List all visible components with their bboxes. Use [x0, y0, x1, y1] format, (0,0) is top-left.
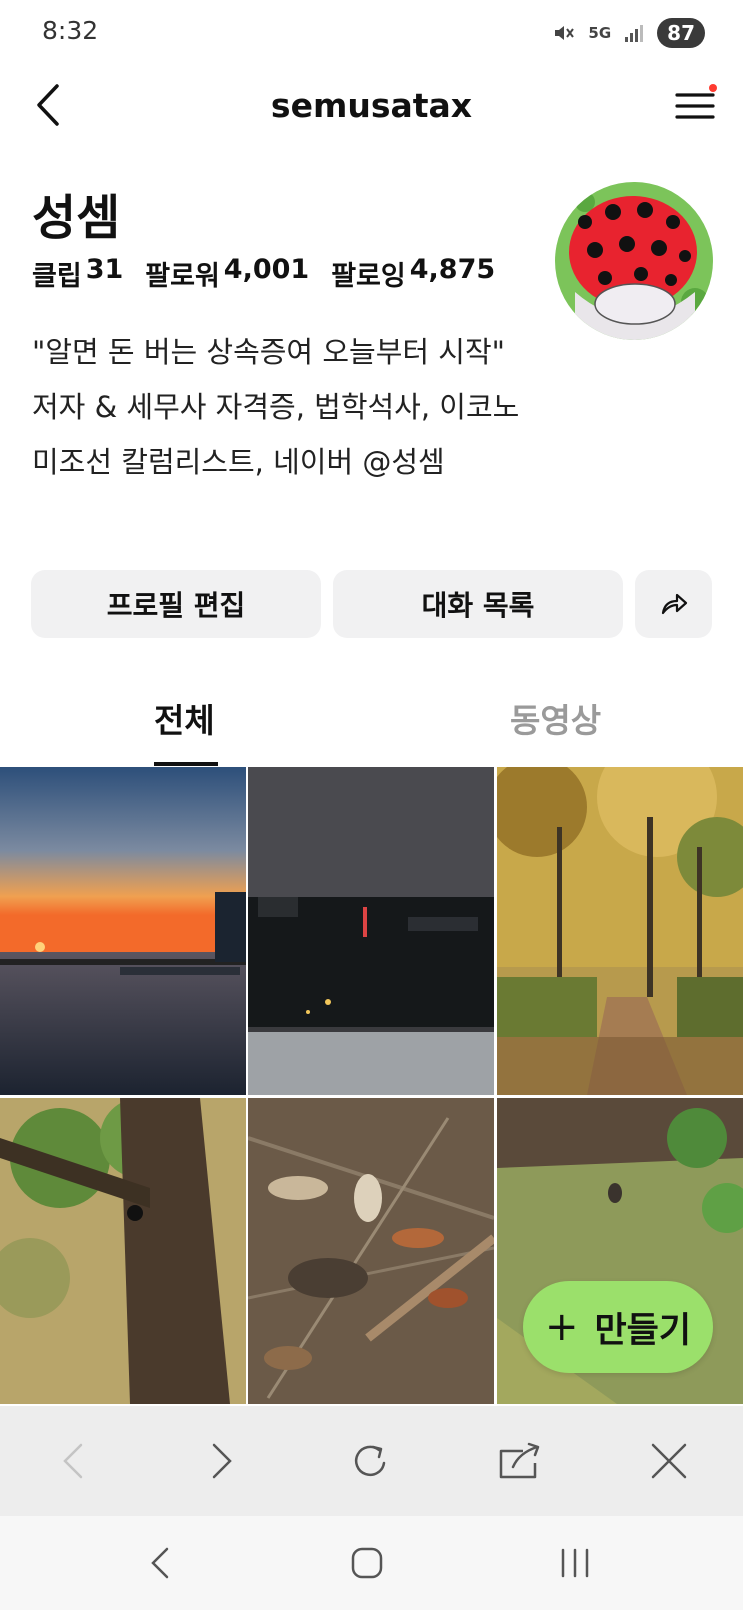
stat-following[interactable]: 팔로잉 4,875 — [331, 254, 495, 293]
grid-item-autumn-park-path[interactable] — [497, 767, 743, 1095]
stat-value: 4,875 — [409, 254, 496, 285]
network-label: 5G — [588, 24, 612, 42]
sunset-harbor-thumbnail — [0, 767, 246, 1095]
edit-profile-button[interactable]: 프로필 편집 — [31, 570, 321, 638]
content-tabs: 전체 동영상 — [0, 680, 743, 766]
status-icons: 5G 87 — [552, 16, 705, 50]
signal-icon — [625, 25, 644, 42]
autumn-park-path-thumbnail — [497, 767, 743, 1095]
tree-trunk-thumbnail — [0, 1098, 246, 1404]
profile-name: 성셈 — [32, 190, 121, 246]
home-icon — [351, 1547, 383, 1579]
system-back-button[interactable] — [135, 1538, 185, 1588]
page-title: semusatax — [270, 86, 473, 125]
status-bar: 8:32 5G 87 — [0, 0, 743, 66]
browser-reload-button[interactable] — [346, 1436, 396, 1486]
browser-close-button[interactable] — [644, 1436, 694, 1486]
grid-item-grass-squirrel[interactable] — [497, 1098, 743, 1426]
close-icon — [651, 1443, 687, 1479]
stat-value: 4,001 — [223, 254, 310, 285]
app-header: semusatax — [0, 72, 743, 142]
share-icon — [661, 593, 687, 615]
chat-list-button[interactable]: 대화 목록 — [333, 570, 623, 638]
forward-icon — [212, 1443, 232, 1479]
tab-all[interactable]: 전체 — [154, 694, 215, 742]
fallen-leaves-thumbnail — [248, 1098, 494, 1404]
ladybug-avatar-image — [555, 182, 713, 340]
stat-label: 팔로잉 — [331, 261, 406, 292]
battery-indicator: 87 — [657, 18, 705, 48]
recents-icon — [561, 1548, 589, 1578]
tab-video[interactable]: 동영상 — [510, 694, 601, 742]
back-icon — [63, 1443, 83, 1479]
profile-bio: "알면 돈 버는 상속증여 오늘부터 시작" 저자 & 세무사 자격증, 법학석… — [32, 335, 520, 479]
share-out-icon — [499, 1442, 540, 1479]
create-label: 만들기 — [594, 1310, 692, 1351]
status-time: 8:32 — [42, 16, 99, 45]
grid-item-tree-trunk[interactable] — [0, 1098, 246, 1426]
grid-item-night-city[interactable] — [248, 767, 494, 1095]
profile-stats: 클립 31 팔로워 4,001 팔로잉 4,875 — [32, 254, 495, 293]
night-city-thumbnail — [248, 767, 494, 1095]
reload-icon — [354, 1445, 386, 1477]
stat-clips[interactable]: 클립 31 — [32, 254, 123, 293]
share-button[interactable] — [635, 570, 712, 638]
system-navigation-bar — [0, 1516, 743, 1610]
grid-item-fallen-leaves[interactable] — [248, 1098, 494, 1426]
system-recents-button[interactable] — [550, 1538, 600, 1588]
active-tab-indicator — [154, 762, 218, 766]
avatar[interactable] — [555, 182, 713, 340]
menu-button[interactable] — [673, 82, 717, 126]
create-button[interactable]: + 만들기 — [523, 1281, 713, 1373]
plus-icon: + — [544, 1304, 579, 1350]
grid-item-sunset-harbor[interactable] — [0, 767, 246, 1095]
system-home-button[interactable] — [342, 1538, 392, 1588]
browser-back-button[interactable] — [48, 1436, 98, 1486]
notification-dot — [709, 84, 717, 92]
mute-icon — [555, 26, 575, 40]
back-icon — [151, 1547, 169, 1579]
stat-value: 31 — [85, 254, 124, 285]
browser-toolbar — [0, 1406, 743, 1516]
profile-actions: 프로필 편집 대화 목록 — [31, 570, 712, 638]
stat-label: 팔로워 — [145, 261, 220, 292]
browser-share-button[interactable] — [494, 1436, 544, 1486]
stat-followers[interactable]: 팔로워 4,001 — [145, 254, 309, 293]
browser-forward-button[interactable] — [197, 1436, 247, 1486]
stat-label: 클립 — [32, 261, 82, 292]
